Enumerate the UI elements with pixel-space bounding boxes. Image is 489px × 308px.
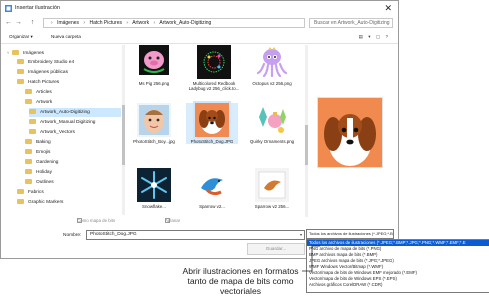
folder-icon — [17, 198, 24, 204]
folder-icon — [17, 68, 24, 74]
sidebar-item-artwork-vectors[interactable]: Artwork_Vectors — [29, 128, 121, 137]
file-name: Sparrow v2... — [199, 204, 225, 209]
back-arrow-icon[interactable]: ← — [4, 18, 13, 27]
title-bar: Insertar ilustración ✕ — [1, 1, 398, 16]
file-name: Multicolored Redbook Ladybug v2 256_clic… — [188, 81, 240, 91]
folder-icon — [25, 98, 32, 104]
file-name: Sparrow v2 256... — [254, 204, 290, 209]
file-type-dropdown: Todos los archivos de ilustraciones (*.J… — [306, 239, 489, 293]
breadcrumb-item[interactable]: Artwork_Auto-Digitizing — [159, 20, 211, 26]
file-name: Ms Pig 256.png — [138, 81, 170, 86]
folder-icon — [25, 148, 32, 154]
folder-icon — [12, 49, 19, 55]
breadcrumb-chevron-icon: › — [83, 20, 86, 26]
breadcrumb-chevron-icon: › — [51, 20, 53, 26]
sidebar-item-embroidery-studio[interactable]: Embroidery Studio e4 — [17, 58, 121, 67]
up-arrow-icon[interactable]: ↑ — [28, 18, 37, 27]
divider — [1, 43, 398, 44]
folder-icon — [29, 108, 36, 114]
sidebar-item-fabrics[interactable]: Fabrics — [17, 188, 121, 197]
bird-outline-image-icon — [255, 168, 289, 202]
sidebar-item-outlines[interactable]: Outlines — [25, 178, 121, 187]
baby-photo-icon — [137, 103, 171, 137]
file-name: Snowflake... — [142, 204, 166, 209]
file-item[interactable]: PhotoStitch_Boy...jpg — [128, 103, 180, 144]
insert-artwork-dialog: Insertar ilustración ✕ ← → ↑ › Imágenes … — [0, 0, 399, 259]
file-item-selected[interactable]: PhotoStitch_Dog.JPG — [186, 101, 238, 144]
sidebar-item-graphic-markers[interactable]: Graphic Markers — [17, 198, 121, 207]
pig-image-icon — [137, 45, 171, 79]
ornaments-image-icon — [255, 103, 289, 137]
sidebar-item-artwork[interactable]: Artwork — [25, 98, 121, 107]
file-item[interactable]: Multicolored Redbook Ladybug v2 256_clic… — [188, 45, 240, 91]
app-icon — [5, 5, 12, 12]
ladybug-image-icon — [197, 45, 231, 79]
sidebar-item-baking[interactable]: Baking — [25, 138, 121, 147]
sidebar-item-articles[interactable]: Articles — [25, 88, 121, 97]
sidebar-item-artwork-manual-digitizing[interactable]: Artwork_Manual Digitizing — [29, 118, 121, 127]
sidebar-item-artwork-auto-digitizing[interactable]: Artwork_Auto-Digitizing — [29, 108, 121, 117]
preview-pane — [317, 97, 383, 168]
file-item[interactable]: Quirky Ornaments.png — [246, 103, 298, 144]
folder-icon — [29, 118, 36, 124]
file-type-option[interactable]: Archivos gráficos CorelDRAW (*.CDR) — [307, 282, 489, 288]
file-name: PhotoStitch_Dog.JPG — [190, 139, 234, 144]
dog-photo-icon — [193, 101, 231, 139]
folder-icon — [17, 78, 24, 84]
file-type-select[interactable]: Todos los archivos de ilustraciones (*.J… — [306, 229, 394, 239]
callout-text: Abrir ilustraciones en formatos tanto de… — [182, 266, 299, 296]
sidebar-item-holiday[interactable]: Holiday — [25, 168, 121, 177]
breadcrumb-item[interactable]: Imágenes — [57, 20, 79, 26]
file-name: PhotoStitch_Boy...jpg — [133, 139, 175, 144]
toolbar: Organizar ▾ Nueva carpeta ▤ ▾ ▢ ? — [1, 31, 398, 43]
snowflake-image-icon — [137, 168, 171, 202]
octopus-image-icon — [255, 45, 289, 79]
navigation-pane: ˅ Imágenes Embroidery Studio e4 Imágenes … — [1, 45, 125, 215]
folder-icon — [25, 158, 32, 164]
open-button[interactable]: Guardar... — [247, 243, 305, 255]
navigation-bar: ← → ↑ › Imágenes › Hatch Pictures › Artw… — [1, 16, 398, 30]
file-item[interactable]: Snowflake... — [128, 168, 180, 209]
folder-icon — [25, 168, 32, 174]
sidebar-item-imagenes-publicas[interactable]: Imágenes públicas — [17, 68, 121, 77]
forward-arrow-icon[interactable]: → — [14, 18, 23, 27]
breadcrumb-item[interactable]: Hatch Pictures — [89, 20, 122, 26]
chevron-down-icon[interactable]: ▾ — [300, 231, 302, 239]
folder-icon — [25, 178, 32, 184]
sidebar-item-hatch-pictures[interactable]: Hatch Pictures — [17, 78, 121, 87]
organize-button[interactable]: Organizar ▾ — [9, 31, 33, 43]
sidebar-item-gardening[interactable]: Gardening — [25, 158, 121, 167]
file-list: Ms Pig 256.png Multicolored Redbook Lady… — [128, 45, 303, 217]
bird-image-icon — [195, 168, 229, 202]
search-input[interactable]: Buscar en Artwork_Auto-Digitizing — [309, 18, 393, 28]
filename-input[interactable]: PhotoStitch_Dog.JPG ▾ — [86, 230, 305, 240]
breadcrumb-chevron-icon: › — [126, 20, 129, 26]
scrollbar-thumb[interactable] — [305, 125, 308, 165]
file-name: Octopus v2 256.png — [252, 81, 292, 86]
view-options-icon[interactable]: ▤ ▾ ▢ ? — [359, 31, 390, 43]
folder-icon — [17, 58, 24, 64]
file-list-scrollbar[interactable] — [305, 45, 308, 217]
file-item[interactable]: Sparrow v2... — [186, 168, 238, 209]
window-title: Insertar ilustración — [15, 5, 60, 11]
breadcrumb-item[interactable]: Artwork — [132, 20, 149, 26]
folder-icon — [29, 128, 36, 134]
folder-icon — [25, 88, 32, 94]
close-icon[interactable]: ✕ — [384, 1, 392, 16]
file-item[interactable]: Sparrow v2 256... — [246, 168, 298, 209]
folder-icon — [25, 138, 32, 144]
breadcrumb-chevron-icon: › — [153, 20, 156, 26]
address-bar[interactable]: › Imágenes › Hatch Pictures › Artwork › … — [43, 18, 305, 28]
file-name: Quirky Ornaments.png — [249, 139, 295, 144]
filename-label: Nombre: — [63, 233, 82, 238]
sidebar-scrollbar[interactable] — [122, 45, 125, 215]
file-item[interactable]: Ms Pig 256.png — [128, 45, 180, 86]
sidebar-item-emojis[interactable]: Emojis — [25, 148, 121, 157]
dog-preview-image — [318, 98, 382, 167]
scrollbar-thumb[interactable] — [122, 105, 125, 165]
folder-icon — [17, 188, 24, 194]
sidebar-item-imagenes[interactable]: ˅ Imágenes — [7, 48, 121, 57]
new-folder-button[interactable]: Nueva carpeta — [51, 31, 81, 43]
file-item[interactable]: Octopus v2 256.png — [246, 45, 298, 86]
